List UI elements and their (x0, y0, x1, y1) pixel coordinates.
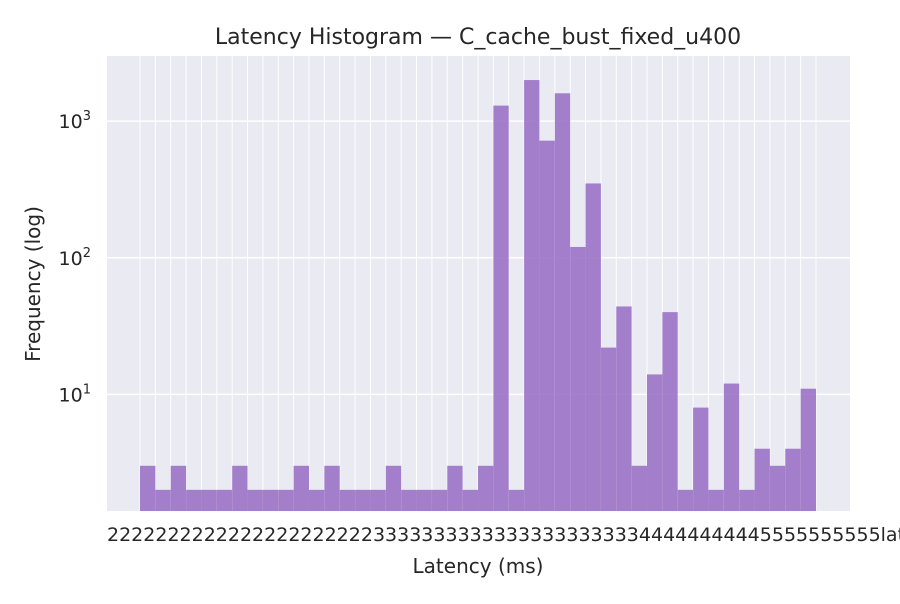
histogram-bar (769, 465, 786, 511)
y-tick-label: 101 (59, 382, 91, 406)
histogram-bar (677, 489, 694, 511)
y-tick-labels: 101 102 103 (59, 109, 91, 406)
histogram-bar (647, 374, 663, 511)
y-tick-label: 102 (59, 246, 91, 270)
histogram-bar (447, 465, 463, 511)
histogram-bar (140, 465, 156, 511)
x-tick-labels: 2222222222222222222222333333333333333333… (107, 524, 900, 546)
histogram-bar (708, 489, 724, 511)
histogram-bar (431, 489, 448, 511)
histogram-bar (216, 489, 233, 511)
histogram-bar (570, 246, 586, 511)
histogram-chart: 101 102 103 Latency Histogram — C_cache_bu… (21, 25, 900, 578)
histogram-bar (493, 105, 509, 511)
histogram-bar (585, 183, 601, 511)
histogram-bar (693, 407, 709, 511)
histogram-bar (478, 465, 494, 511)
histogram-bar (370, 489, 386, 511)
histogram-bar (600, 347, 617, 511)
histogram-bar (170, 465, 187, 511)
histogram-bar (662, 312, 678, 511)
histogram-bar (309, 489, 325, 511)
histogram-bar (800, 388, 816, 511)
histogram-bar (293, 465, 309, 511)
histogram-bar (739, 489, 755, 511)
histogram-bar (278, 489, 294, 511)
chart-figure: 101 102 103 Latency Histogram — C_cache_bu… (0, 0, 900, 600)
histogram-bar (539, 140, 555, 512)
histogram-bar (524, 80, 540, 511)
histogram-bar (723, 383, 740, 511)
histogram-bar (785, 448, 801, 511)
histogram-bar (416, 489, 432, 511)
chart-title: Latency Histogram — C_cache_bust_fixed_u… (215, 25, 741, 50)
histogram-bar (262, 489, 279, 511)
histogram-bar (324, 465, 340, 511)
y-axis-label: Frequency (log) (21, 206, 45, 362)
histogram-bar (339, 489, 356, 511)
histogram-bar (355, 489, 371, 511)
histogram-bar (401, 489, 417, 511)
histogram-bar (508, 489, 525, 511)
x-axis-label: Latency (ms) (413, 554, 544, 578)
histogram-bar (631, 465, 647, 511)
histogram-bar (201, 489, 217, 511)
histogram-bar (385, 465, 402, 511)
histogram-bar (754, 448, 770, 511)
histogram-bar (232, 465, 248, 511)
histogram-bar (616, 306, 632, 511)
y-tick-label: 103 (59, 109, 91, 133)
histogram-bar (554, 93, 571, 511)
histogram-bar (247, 489, 263, 511)
histogram-bar (155, 489, 171, 511)
histogram-bar (462, 489, 478, 511)
histogram-bar (186, 489, 202, 511)
